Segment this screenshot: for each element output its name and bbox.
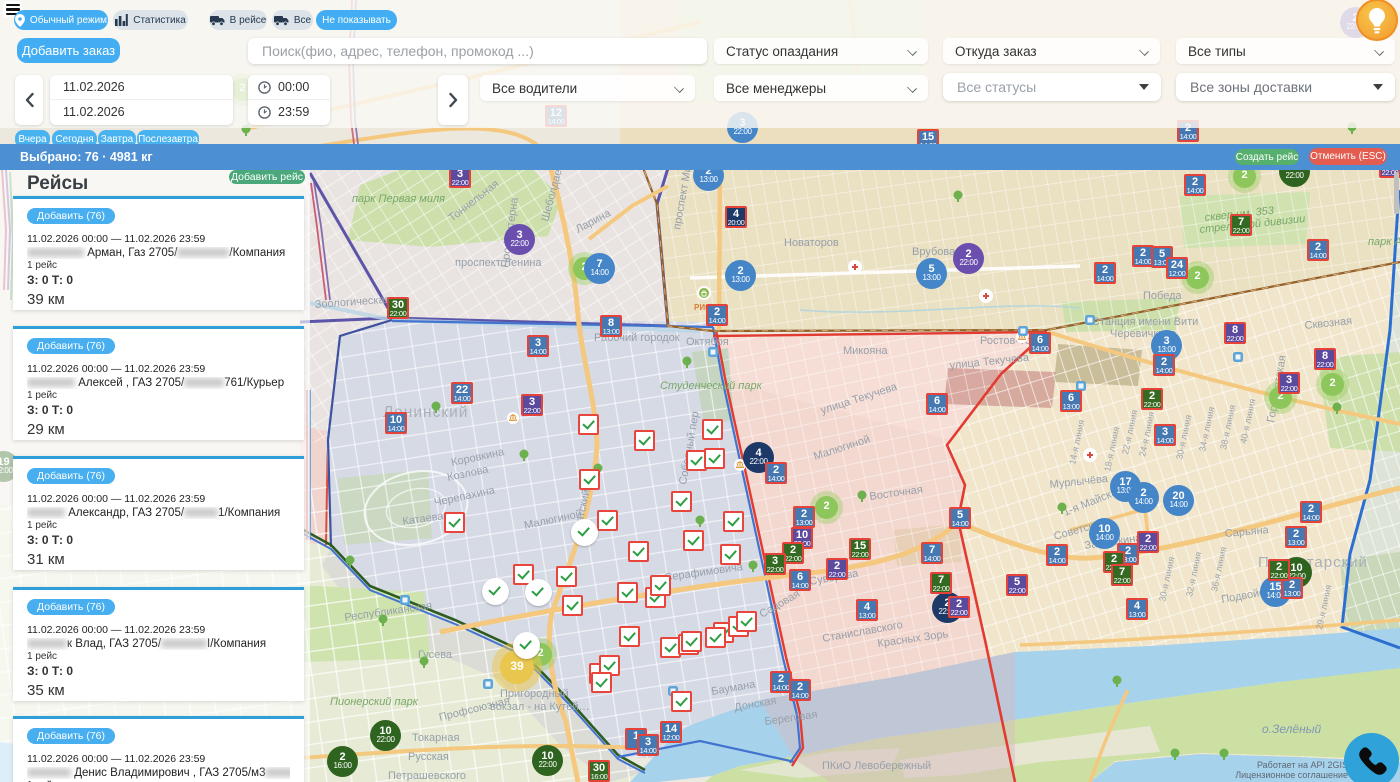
- svg-text:Русская: Русская: [408, 751, 449, 763]
- svg-text:о.Зелёный: о.Зелёный: [1262, 722, 1322, 736]
- svg-text:Октября: Октября: [686, 336, 729, 348]
- svg-text:парк Первая миля: парк Первая миля: [352, 193, 445, 205]
- svg-text:Пригородный: Пригородный: [500, 688, 569, 700]
- svg-text:парк Авиа…: парк Авиа…: [1368, 236, 1400, 248]
- svg-text:ПКиО Левобережный: ПКиО Левобережный: [822, 760, 931, 772]
- svg-text:Микояна: Микояна: [843, 345, 888, 357]
- svg-text:Токарная: Токарная: [412, 732, 459, 744]
- svg-text:Победа: Победа: [1143, 290, 1182, 302]
- svg-text:Новаторов: Новаторов: [784, 237, 839, 249]
- svg-text:Петрашевского: Петрашевского: [388, 770, 466, 782]
- svg-text:Пионерский парк: Пионерский парк: [330, 696, 419, 708]
- svg-text:Станция имени Вити: Станция имени Вити: [1092, 316, 1198, 328]
- svg-text:Студенческий парк: Студенческий парк: [660, 380, 763, 392]
